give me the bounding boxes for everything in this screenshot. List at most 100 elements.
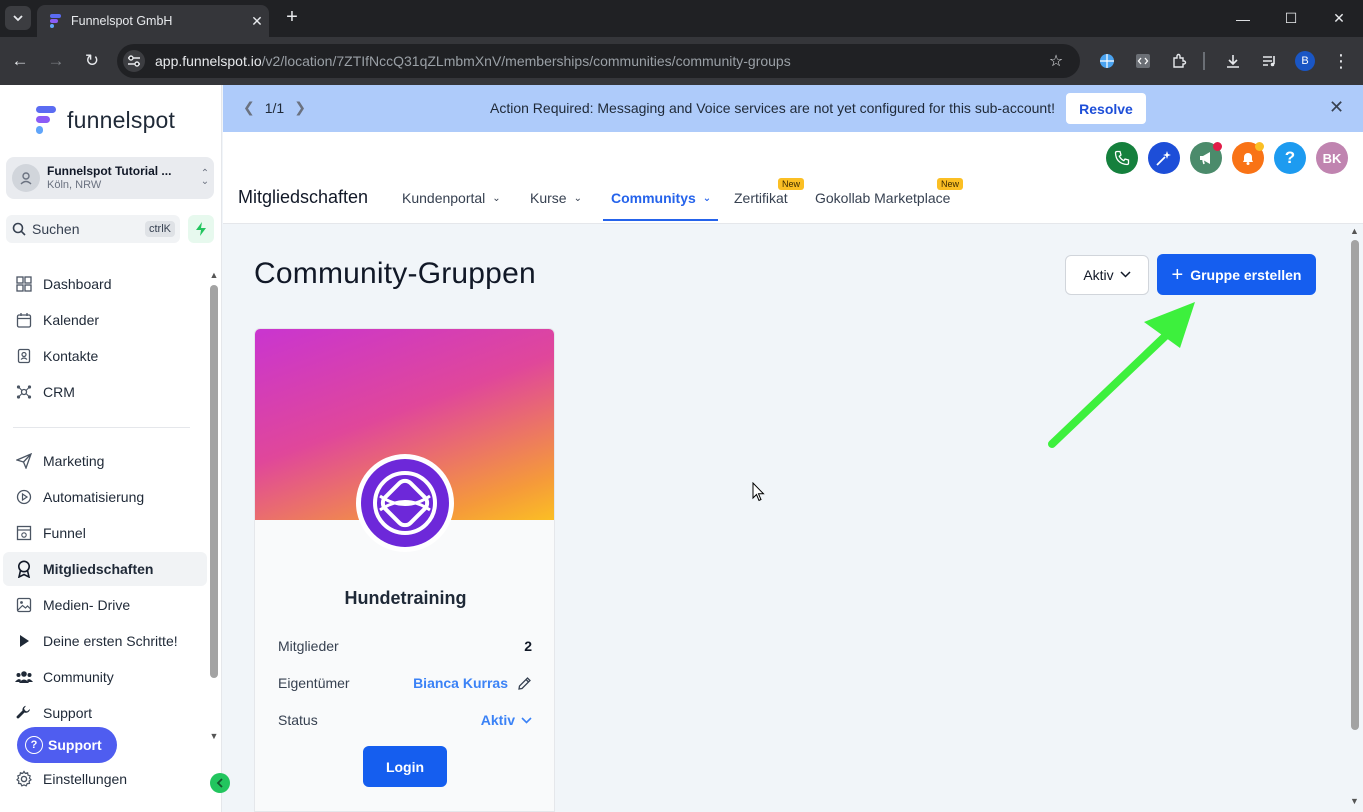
tab-kurse[interactable]: Kurse ⌄ [530,190,582,206]
owner-value: Bianca Kurras [413,675,532,691]
tab-communitys[interactable]: Communitys ⌄ [611,190,711,206]
phone-button[interactable] [1106,142,1138,174]
browser-toolbar: ← → ↻ app.funnelspot.io/v2/location/7ZTI… [0,37,1363,85]
active-tab-indicator [603,219,718,221]
status-dropdown[interactable]: Aktiv [481,712,532,728]
automation-icon [14,487,34,507]
award-icon [14,559,34,579]
community-group-card[interactable]: Hundetraining Mitglieder 2 Eigentümer Bi… [254,328,555,812]
sidebar-item-label: Automatisierung [43,489,145,505]
sidebar-item-settings[interactable]: Einstellungen [3,762,207,796]
chevron-down-icon: ⌄ [702,192,712,204]
brand-logo[interactable]: funnelspot [33,105,175,135]
banner-pager: ❮ 1/1 ❯ [243,99,306,116]
collapse-sidebar-button[interactable] [210,773,230,793]
members-label: Mitglieder [278,638,339,654]
sidebar-item-automation[interactable]: Automatisierung [3,480,207,514]
account-switcher[interactable]: Funnelspot Tutorial ... Köln, NRW ⌃ ⌄ [6,157,214,199]
sidebar-item-calendar[interactable]: Kalender [3,303,207,337]
community-logo-icon [373,471,437,535]
funnelspot-logo-icon [36,106,56,134]
notification-dot [1255,142,1264,151]
banner-close-icon[interactable]: ✕ [1329,97,1344,118]
scroll-down-arrow-icon[interactable]: ▼ [1350,796,1359,806]
minimize-icon[interactable]: — [1219,0,1267,37]
chevron-left-icon[interactable]: ❮ [243,99,255,116]
help-button[interactable]: ? [1274,142,1306,174]
sidebar-item-label: Kontakte [43,348,99,364]
quick-action-button[interactable] [188,215,214,243]
tab-title: Funnelspot GmbH [71,14,173,28]
status-value: Aktiv [480,712,515,728]
download-icon[interactable] [1221,49,1245,73]
media-queue-icon[interactable] [1257,49,1281,73]
sidebar-item-memberships[interactable]: Mitgliedschaften [3,552,207,586]
extension-globe-icon[interactable] [1095,49,1119,73]
status-row: Status Aktiv [278,712,532,728]
sidebar-item-label: Einstellungen [43,771,128,787]
sidebar-item-support[interactable]: Support [3,696,207,730]
tab-close-icon[interactable]: ✕ [245,13,269,30]
tab-label: Gokollab Marketplace [815,190,951,206]
owner-link[interactable]: Bianca Kurras [413,675,508,691]
login-button[interactable]: Login [363,746,447,787]
sidebar-item-dashboard[interactable]: Dashboard [3,267,207,301]
forward-arrow-icon[interactable]: → [44,49,68,73]
chevron-down-icon [1120,270,1131,281]
resolve-button[interactable]: Resolve [1066,93,1146,124]
sidebar-item-media-drive[interactable]: Medien- Drive [3,588,207,622]
funnelspot-favicon-icon [47,13,63,29]
tab-gokollab-marketplace[interactable]: Gokollab Marketplace [815,190,950,206]
back-arrow-icon[interactable]: ← [8,49,32,73]
sidebar-item-first-steps[interactable]: Deine ersten Schritte! [3,624,207,658]
site-settings-icon[interactable] [123,50,145,72]
address-bar[interactable]: app.funnelspot.io/v2/location/7ZTIfNccQ3… [117,44,1080,78]
section-title: Mitgliedschaften [238,187,369,207]
extensions-puzzle-icon[interactable] [1167,49,1191,73]
extension-code-icon[interactable] [1131,49,1155,73]
tab-zertifikat[interactable]: Zertifikat [734,190,788,206]
tab-kundenportal[interactable]: Kundenportal ⌄ [402,190,501,206]
sidebar-item-funnel[interactable]: Funnel [3,516,207,550]
app-header: ? BK Mitgliedschaften Kundenportal ⌄ Kurs… [223,132,1363,224]
create-group-button[interactable]: + Gruppe erstellen [1157,254,1316,295]
scroll-up-arrow-icon[interactable]: ▲ [1350,226,1359,236]
reload-icon[interactable]: ↻ [80,49,104,73]
sidebar-item-crm[interactable]: CRM [3,375,207,409]
chevron-down-icon: ⌄ [573,192,582,204]
close-window-icon[interactable]: ✕ [1315,0,1363,37]
pencil-icon[interactable] [517,676,532,691]
question-circle-icon: ? [25,736,43,754]
status-filter-dropdown[interactable]: Aktiv [1065,255,1149,295]
notification-dot [1213,142,1222,151]
sidebar-item-marketing[interactable]: Marketing [3,444,207,478]
profile-avatar[interactable]: B [1293,49,1317,73]
browser-tab[interactable]: Funnelspot GmbH ✕ [37,5,269,37]
ai-assistant-button[interactable] [1148,142,1180,174]
sidebar-item-label: Deine ersten Schritte! [43,633,178,649]
dashboard-icon [14,274,34,294]
sidebar-item-community[interactable]: Community [3,660,207,694]
maximize-icon[interactable]: ☐ [1267,0,1315,37]
account-name: Funnelspot Tutorial ... [47,164,172,178]
location-pin-icon [20,172,32,185]
scroll-down-arrow-icon[interactable]: ▼ [209,731,219,741]
sidebar-scrollbar[interactable] [210,285,218,678]
status-label: Status [278,712,318,728]
chevron-right-icon[interactable]: ❯ [294,99,306,116]
bookmark-star-icon[interactable]: ☆ [1044,51,1068,71]
search-input[interactable]: Suchen ctrlK [6,215,180,243]
scroll-up-arrow-icon[interactable]: ▲ [209,270,219,280]
crm-icon [14,382,34,402]
sidebar-item-label: Marketing [43,453,105,469]
page-title: Community-Gruppen [254,257,536,290]
user-avatar[interactable]: BK [1316,142,1348,174]
sidebar-item-contacts[interactable]: Kontakte [3,339,207,373]
tab-label: Kundenportal [402,190,486,206]
new-tab-button[interactable]: + [280,6,304,30]
support-widget-button[interactable]: ? Support [17,727,117,763]
tab-search-button[interactable] [5,6,31,30]
main-scrollbar[interactable] [1351,240,1359,730]
group-name: Hundetraining [344,588,467,608]
browser-menu-icon[interactable]: ⋮ [1329,49,1353,73]
